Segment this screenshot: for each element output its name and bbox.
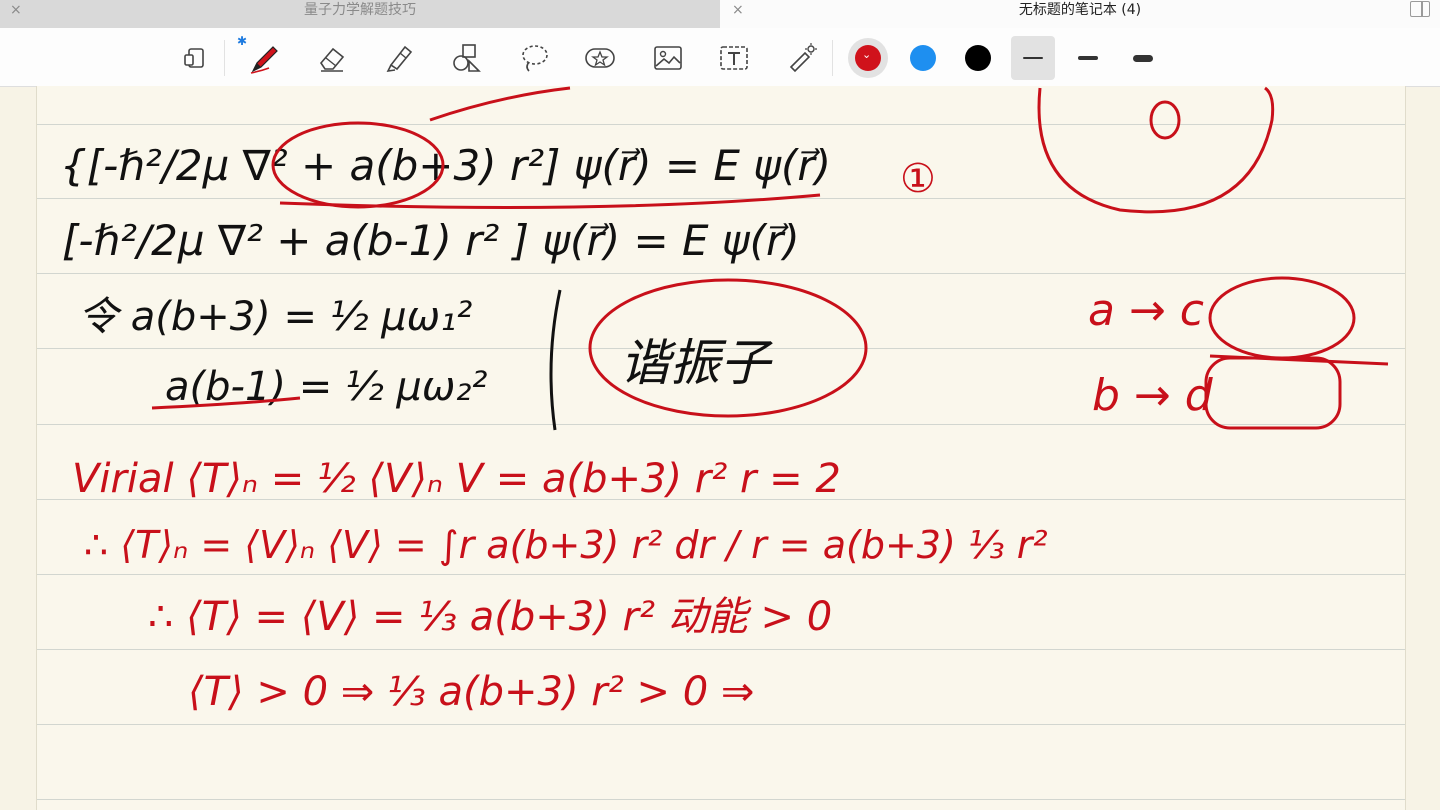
ruled-line	[37, 799, 1405, 800]
toolbar-separator	[832, 40, 833, 76]
sticker-icon[interactable]	[578, 36, 622, 80]
lasso-icon[interactable]	[512, 36, 556, 80]
chevron-down-icon: ⌄	[862, 48, 872, 61]
tab-title: 量子力学解题技巧	[304, 2, 416, 18]
lasso-select-icon[interactable]	[174, 36, 218, 80]
tab-active[interactable]: × 无标题的笔记本 (4)	[720, 0, 1440, 28]
ruled-line	[37, 124, 1405, 125]
split-view-icon[interactable]	[1410, 1, 1430, 17]
tab-inactive[interactable]: × 量子力学解题技巧	[0, 0, 720, 28]
eraser-icon[interactable]	[310, 36, 354, 80]
notebook-page[interactable]	[36, 86, 1406, 810]
ruled-line	[37, 424, 1405, 425]
ruled-line	[37, 348, 1405, 349]
highlighter-icon[interactable]	[378, 36, 422, 80]
stroke-width-thick[interactable]	[1121, 36, 1165, 80]
image-icon[interactable]	[646, 36, 690, 80]
ruled-line	[37, 198, 1405, 199]
color-black-swatch[interactable]	[965, 45, 991, 71]
toolbar: ✱ ⌄	[0, 28, 1440, 87]
tab-bar: × 量子力学解题技巧 × 无标题的笔记本 (4)	[0, 0, 1440, 28]
ruled-line	[37, 724, 1405, 725]
ruled-line	[37, 499, 1405, 500]
stroke-width-thin[interactable]	[1011, 36, 1055, 80]
ruled-line	[37, 649, 1405, 650]
pen-icon[interactable]	[242, 36, 286, 80]
shapes-icon[interactable]	[444, 36, 488, 80]
color-blue-swatch[interactable]	[910, 45, 936, 71]
text-box-icon[interactable]	[712, 36, 756, 80]
tab-title: 无标题的笔记本 (4)	[1018, 2, 1142, 18]
laser-pointer-icon[interactable]	[780, 36, 824, 80]
toolbar-separator	[224, 40, 225, 76]
stroke-width-medium[interactable]	[1066, 36, 1110, 80]
ruled-line	[37, 273, 1405, 274]
ruled-line	[37, 574, 1405, 575]
